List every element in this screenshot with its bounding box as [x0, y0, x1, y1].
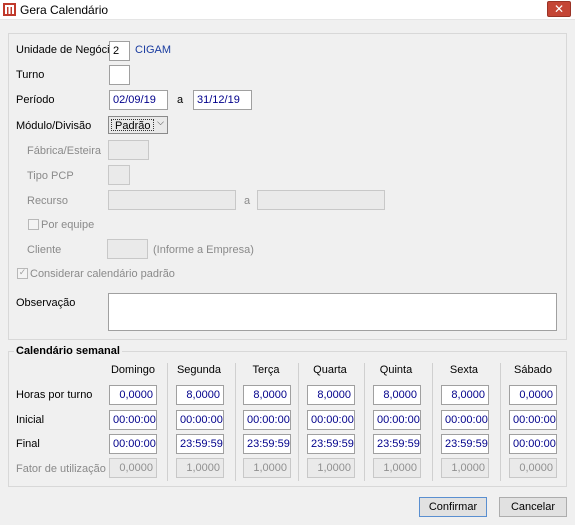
column-divider	[298, 363, 299, 481]
row-label-horas: Horas por turno	[16, 389, 93, 401]
tipo-pcp-input[interactable]	[108, 165, 130, 185]
cliente-input[interactable]	[107, 239, 148, 259]
fator-input[interactable]: 1,0000	[441, 458, 489, 478]
day-header: Sexta	[449, 364, 479, 376]
fator-input[interactable]: 0,0000	[509, 458, 557, 478]
inicial-input[interactable]: 00:00:00	[307, 410, 355, 430]
row-label-fator: Fator de utilização	[16, 463, 106, 475]
por-equipe-checkbox[interactable]	[28, 219, 39, 230]
recurso-separator: a	[244, 195, 251, 207]
horas-input[interactable]: 0,0000	[109, 385, 157, 405]
horas-input[interactable]: 8,0000	[176, 385, 224, 405]
cliente-hint: (Informe a Empresa)	[153, 244, 254, 256]
final-input[interactable]: 23:59:59	[441, 434, 489, 454]
final-input[interactable]: 23:59:59	[243, 434, 291, 454]
confirm-button[interactable]: Confirmar	[419, 497, 487, 517]
close-button[interactable]: ✕	[547, 1, 571, 17]
horas-input[interactable]: 8,0000	[373, 385, 421, 405]
chevron-down-icon: ⌵	[157, 118, 164, 128]
day-header: Quinta	[379, 364, 413, 376]
inicial-input[interactable]: 00:00:00	[373, 410, 421, 430]
unidade-name: CIGAM	[135, 44, 172, 56]
recurso-label: Recurso	[27, 195, 68, 207]
periodo-start-input[interactable]: 02/09/19	[109, 90, 168, 110]
title-bar: Gera Calendário ✕	[0, 0, 575, 20]
cliente-label: Cliente	[27, 244, 62, 256]
column-divider	[432, 363, 433, 481]
horas-input[interactable]: 8,0000	[243, 385, 291, 405]
window-title: Gera Calendário	[20, 3, 109, 17]
final-input[interactable]: 00:00:00	[109, 434, 157, 454]
modulo-label: Módulo/Divisão	[16, 120, 92, 132]
day-header: Quarta	[313, 364, 347, 376]
considerar-checkbox[interactable]: ✓	[17, 268, 28, 279]
column-divider	[364, 363, 365, 481]
tipo-pcp-label: Tipo PCP	[27, 170, 74, 182]
fator-input[interactable]: 0,0000	[109, 458, 157, 478]
row-label-final: Final	[16, 438, 40, 450]
considerar-label: Considerar calendário padrão	[30, 268, 175, 280]
modulo-select[interactable]: Padrão ⌵	[108, 116, 168, 134]
close-icon: ✕	[553, 2, 565, 16]
horas-input[interactable]: 8,0000	[441, 385, 489, 405]
turno-input[interactable]	[109, 65, 130, 85]
fator-input[interactable]: 1,0000	[176, 458, 224, 478]
observacao-label: Observação	[16, 297, 76, 309]
recurso-end-input[interactable]	[257, 190, 385, 210]
observacao-textarea[interactable]	[108, 293, 557, 331]
weekly-title: Calendário semanal	[14, 345, 122, 357]
inicial-input[interactable]: 00:00:00	[243, 410, 291, 430]
final-input[interactable]: 00:00:00	[509, 434, 557, 454]
fator-input[interactable]: 1,0000	[307, 458, 355, 478]
column-divider	[167, 363, 168, 481]
checkmark-icon: ✓	[18, 268, 27, 278]
fabrica-label: Fábrica/Esteira	[27, 145, 101, 157]
inicial-input[interactable]: 00:00:00	[109, 410, 157, 430]
final-input[interactable]: 23:59:59	[176, 434, 224, 454]
horas-input[interactable]: 0,0000	[509, 385, 557, 405]
fator-input[interactable]: 1,0000	[373, 458, 421, 478]
final-input[interactable]: 23:59:59	[307, 434, 355, 454]
periodo-separator: a	[177, 94, 184, 106]
day-header: Sábado	[514, 364, 552, 376]
periodo-label: Período	[16, 94, 55, 106]
row-label-inicial: Inicial	[16, 414, 45, 426]
day-header: Terça	[252, 364, 280, 376]
periodo-end-input[interactable]: 31/12/19	[193, 90, 252, 110]
cancel-button[interactable]: Cancelar	[499, 497, 567, 517]
unidade-input[interactable]: 2	[109, 41, 130, 61]
modulo-selected-value: Padrão	[111, 119, 155, 132]
day-header: Domingo	[110, 364, 156, 376]
inicial-input[interactable]: 00:00:00	[176, 410, 224, 430]
fabrica-input[interactable]	[108, 140, 149, 160]
grid-app-icon	[3, 3, 16, 16]
column-divider	[500, 363, 501, 481]
column-divider	[235, 363, 236, 481]
inicial-input[interactable]: 00:00:00	[509, 410, 557, 430]
final-input[interactable]: 23:59:59	[373, 434, 421, 454]
unidade-label: Unidade de Negócio	[16, 44, 116, 56]
horas-input[interactable]: 8,0000	[307, 385, 355, 405]
turno-label: Turno	[16, 69, 45, 81]
day-header: Segunda	[176, 364, 222, 376]
fator-input[interactable]: 1,0000	[243, 458, 291, 478]
inicial-input[interactable]: 00:00:00	[441, 410, 489, 430]
por-equipe-label: Por equipe	[41, 219, 95, 231]
recurso-start-input[interactable]	[108, 190, 236, 210]
